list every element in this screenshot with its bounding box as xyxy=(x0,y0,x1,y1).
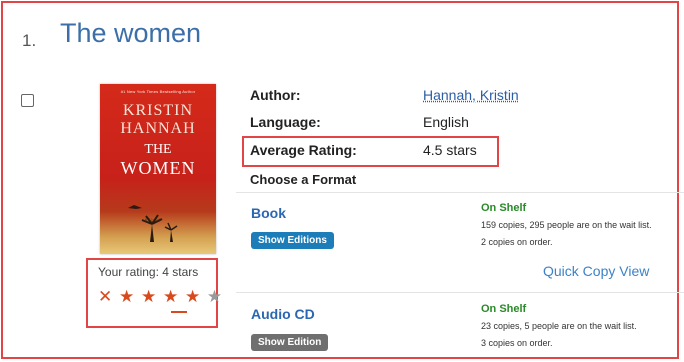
audio-cd-status: On Shelf xyxy=(481,303,527,315)
audio-cd-copies-info: 23 copies, 5 people are on the wait list… xyxy=(481,321,637,331)
star-5-icon[interactable]: ★ xyxy=(207,287,223,306)
choose-format-heading: Choose a Format xyxy=(250,172,357,187)
book-cover-image[interactable]: #1 New York Times Bestselling Author KRI… xyxy=(100,84,216,254)
divider xyxy=(236,292,684,293)
audio-cd-on-order-info: 3 copies on order. xyxy=(481,338,553,348)
show-editions-button[interactable]: Show Editions xyxy=(251,232,334,249)
result-number: 1. xyxy=(22,31,37,50)
cover-title-the: THE xyxy=(144,142,172,157)
cover-subtitle: A Novel xyxy=(144,219,160,224)
divider xyxy=(236,192,684,193)
rating-hover-underline xyxy=(171,311,187,313)
language-label: Language: xyxy=(250,114,321,130)
language-value: English xyxy=(423,114,469,130)
your-rating-label: Your rating: 4 stars xyxy=(98,265,199,279)
show-edition-button[interactable]: Show Edition xyxy=(251,334,329,351)
quick-copy-view-link[interactable]: Quick Copy View xyxy=(543,263,649,279)
star-2-icon[interactable]: ★ xyxy=(141,287,157,306)
cover-author-line1: KRISTIN xyxy=(122,102,194,119)
book-on-order-info: 2 copies on order. xyxy=(481,237,553,247)
result-title-link[interactable]: The women xyxy=(60,18,201,49)
clear-rating-icon[interactable]: ✕ xyxy=(98,287,113,306)
star-1-icon[interactable]: ★ xyxy=(119,287,135,306)
cover-title-main: WOMEN xyxy=(120,158,196,178)
book-status: On Shelf xyxy=(481,202,527,214)
author-link[interactable]: Hannah, Kristin xyxy=(423,87,519,103)
star-3-icon[interactable]: ★ xyxy=(163,287,179,306)
cover-author-line2: HANNAH xyxy=(120,120,196,137)
star-4-icon[interactable]: ★ xyxy=(185,287,201,306)
book-copies-info: 159 copies, 295 people are on the wait l… xyxy=(481,220,652,230)
format-audio-cd-link[interactable]: Audio CD xyxy=(251,306,315,322)
select-checkbox[interactable] xyxy=(21,94,34,107)
average-rating-value: 4.5 stars xyxy=(423,142,477,158)
star-rating-widget[interactable]: ✕ ★ ★ ★ ★ ★ xyxy=(98,287,223,307)
cover-tagline: #1 New York Times Bestselling Author xyxy=(120,89,196,94)
average-rating-label: Average Rating: xyxy=(250,142,357,158)
author-label: Author: xyxy=(250,87,301,103)
format-book-link[interactable]: Book xyxy=(251,205,286,221)
